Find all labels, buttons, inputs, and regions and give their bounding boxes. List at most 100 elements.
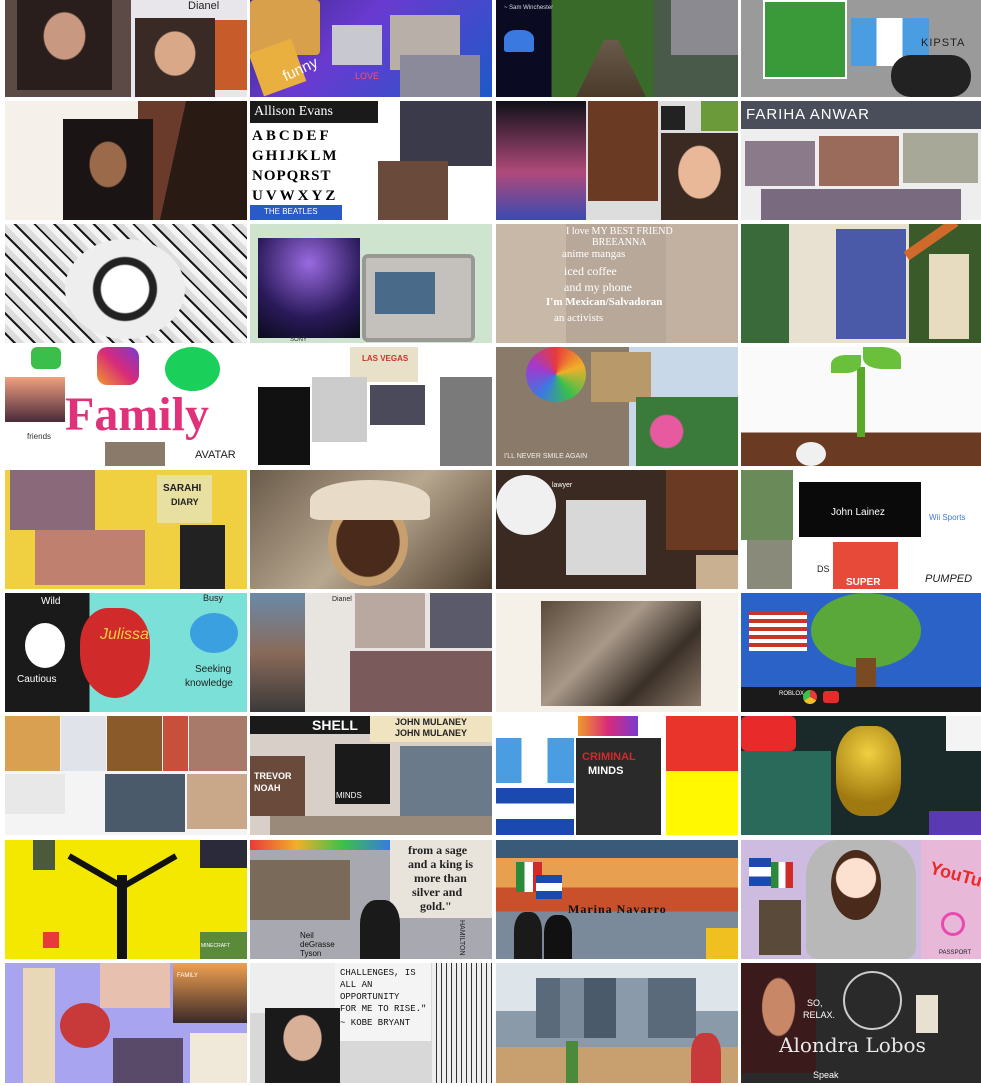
youtube-icon [823, 691, 839, 703]
tile-name-label: Julissa [100, 626, 149, 643]
gallery-tile[interactable]: YouTube PASSPORT [741, 840, 981, 959]
minds-label: MINDS [336, 791, 362, 800]
gallery-tile[interactable]: FARIHA ANWAR [741, 101, 981, 220]
facetime-icon [31, 347, 61, 369]
gallery-tile[interactable] [250, 470, 492, 589]
covid-photo [60, 1003, 110, 1048]
tile-name-label: John Lainez [831, 507, 885, 518]
snapchat-icon [666, 771, 738, 835]
map-photo [591, 352, 651, 402]
tile-name-label: Allison Evans [254, 104, 333, 119]
camera-brand: SONY [290, 337, 308, 343]
photo-crowd [350, 651, 492, 712]
gallery-tile[interactable] [5, 101, 247, 220]
manga-collage [65, 239, 185, 339]
rail-track [576, 40, 646, 97]
guatemala-flag [496, 738, 574, 783]
coffee-photo [696, 555, 738, 589]
gallery-tile[interactable]: Dianel [250, 593, 492, 712]
gallery-tile[interactable]: MINECRAFT [5, 840, 247, 959]
gallery-tile[interactable]: CRIMINAL MINDS [496, 716, 738, 835]
mulaney-label-2: JOHN MULANEY [395, 728, 468, 738]
youtube-logo [741, 716, 796, 751]
shell-label: SHELL [312, 717, 358, 733]
gallery-tile[interactable]: SARAHI DIARY [5, 470, 247, 589]
quote-line-3: OPPORTUNITY [340, 992, 400, 1002]
gallery-tile[interactable] [741, 716, 981, 835]
gallery-tile[interactable]: SONY [250, 224, 492, 343]
gallery-tile[interactable]: SO, RELAX. Alondra Lobos Speak [741, 963, 981, 1083]
photo-city [671, 0, 738, 55]
gallery-tile[interactable]: funny LOVE [250, 0, 492, 97]
dreamcatcher [843, 971, 902, 1030]
gallery-tile[interactable]: SHELL JOHN MULANEY JOHN MULANEY TREVOR N… [250, 716, 492, 835]
gallery-tile[interactable]: Allison Evans ABCDEF GHIJKLM NOPQRST UVW… [250, 101, 492, 220]
gallery-tile[interactable]: KIPSTA [741, 0, 981, 97]
quote-line-5: ~ KOBE BRYANT [340, 1018, 411, 1028]
photo-grid-left [250, 593, 305, 712]
band-label: THE BEATLES [264, 207, 318, 216]
gallery-tile[interactable]: Wild Julissa Busy Cautious Seeking knowl… [5, 593, 247, 712]
gallery-tile[interactable] [496, 101, 738, 220]
gallery-tile[interactable] [5, 716, 247, 835]
manga-panel [250, 963, 342, 1013]
manga-left [496, 224, 566, 343]
nails-photo [100, 963, 170, 1008]
gallery-tile[interactable] [496, 593, 738, 712]
alphabet-line-3: NOPQRST [252, 168, 332, 184]
show-title-1: CRIMINAL [582, 751, 636, 763]
photo-friends [761, 189, 961, 220]
vegas-label: LAS VEGAS [362, 354, 409, 363]
photo-comic [903, 133, 978, 183]
dolphin-icon [190, 613, 238, 653]
easel [929, 254, 969, 339]
quote-line-4: FOR ME TO RISE." [340, 1004, 427, 1014]
trevor-label-2: NOAH [254, 783, 281, 793]
tree-crown [811, 593, 921, 668]
busy-label: Busy [203, 593, 224, 603]
us-flag [749, 611, 807, 651]
text-line-1: I love MY BEST FRIEND [566, 226, 673, 237]
gallery-tile[interactable]: Marina Navarro [496, 840, 738, 959]
taskbar-strip [741, 687, 981, 712]
couple-photo [105, 774, 185, 832]
gallery-tile[interactable]: FAMILY [5, 963, 247, 1083]
gallery-tile[interactable]: lawyer [496, 470, 738, 589]
gallery-tile[interactable] [741, 347, 981, 466]
gallery-tile[interactable] [741, 224, 981, 343]
gallery-tile[interactable]: John Lainez Wii Sports DS SUPER PUMPED [741, 470, 981, 589]
pancakes-photo [5, 716, 60, 771]
quote-line-5: gold." [420, 899, 452, 913]
ndg-label-1: Neil [300, 931, 314, 940]
quote-line-1: from a sage [408, 843, 468, 857]
gallery-tile[interactable]: ROBLOX [741, 593, 981, 712]
sticker-love: LOVE [355, 71, 380, 81]
roblox-logo [946, 716, 981, 751]
lawyer-label: lawyer [552, 482, 573, 489]
gallery-tile[interactable]: Family friends AVATAR [5, 347, 247, 466]
quote-credit: ~ Sam Winchester [504, 5, 554, 11]
sprout-stem [857, 367, 865, 437]
gallery-tile[interactable]: I love MY BEST FRIEND BREEANNA anime man… [496, 224, 738, 343]
mask-headdress [310, 480, 430, 520]
gallery-tile[interactable]: CHALLENGES, IS ALL AN OPPORTUNITY FOR ME… [250, 963, 492, 1083]
tile-name-label: Dianel [188, 0, 220, 12]
instagram-icon [97, 347, 139, 385]
gallery-tile[interactable]: Dianel [5, 0, 247, 97]
gallery-tile[interactable] [5, 224, 247, 343]
gallery-tile[interactable]: I'LL NEVER SMILE AGAIN [496, 347, 738, 466]
sunset-photo [173, 963, 247, 1023]
photo-group [819, 136, 899, 186]
tile-name-label: Marina Navarro [568, 902, 667, 916]
minecraft-label: MINECRAFT [201, 943, 231, 949]
gallery-tile[interactable] [496, 963, 738, 1083]
photo-people [400, 55, 480, 97]
quote-line-2: ALL AN [340, 980, 373, 990]
book-cover [706, 928, 738, 959]
minecraft-block [701, 101, 738, 131]
gallery-tile[interactable]: ~ Sam Winchester [496, 0, 738, 97]
alphabet-line-4: UVWXYZ [252, 188, 339, 204]
gallery-tile[interactable]: from a sage and a king is more than silv… [250, 840, 492, 959]
alphabet-line-2: GHIJKLM [252, 148, 339, 164]
gallery-tile[interactable]: LAS VEGAS [250, 347, 492, 466]
